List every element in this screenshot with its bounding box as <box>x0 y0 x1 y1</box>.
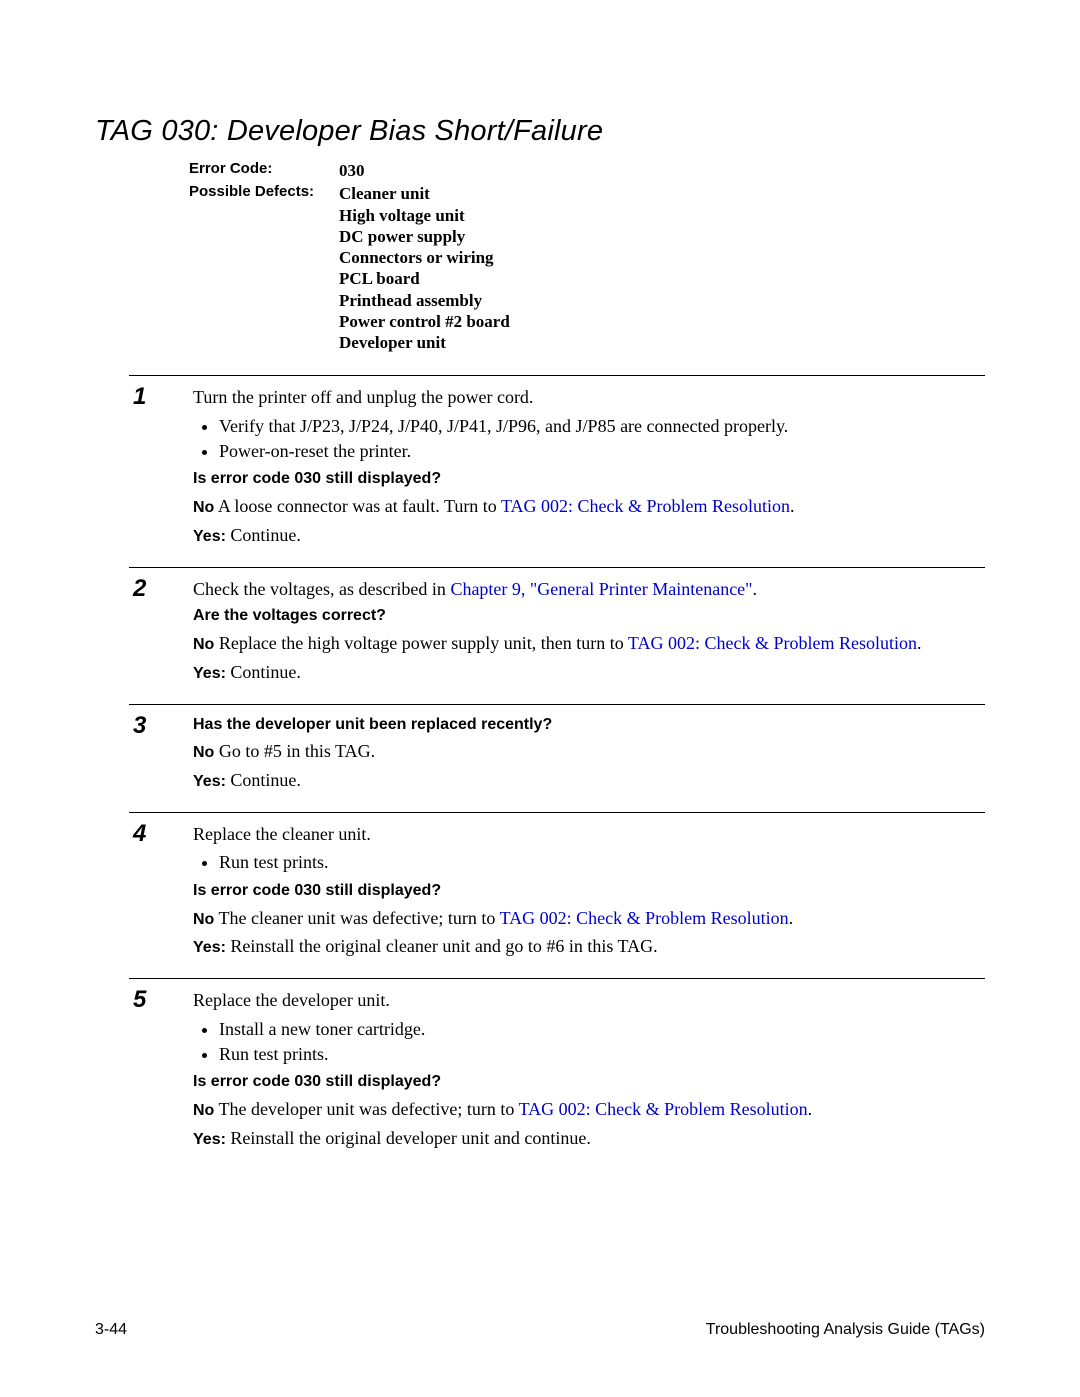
bullet-item: Verify that J/P23, J/P24, J/P40, J/P41, … <box>219 415 985 438</box>
step-number: 4 <box>129 821 193 964</box>
defect-item: DC power supply <box>339 226 510 247</box>
defects-label: Possible Defects: <box>189 183 339 353</box>
step-5: 5 Replace the developer unit. Install a … <box>129 978 985 1170</box>
yes-label: Yes: <box>193 939 226 956</box>
step-1: 1 Turn the printer off and unplug the po… <box>129 375 985 567</box>
yes-text: Continue. <box>226 770 301 790</box>
yes-text: Reinstall the original cleaner unit and … <box>226 936 658 956</box>
yes-label: Yes: <box>193 528 226 545</box>
step-question: Has the developer unit been replaced rec… <box>193 715 985 736</box>
answer-no: No The cleaner unit was defective; turn … <box>193 907 985 931</box>
error-code-label: Error Code: <box>189 160 339 181</box>
step-intro: Turn the printer off and unplug the powe… <box>193 386 985 409</box>
defect-item: PCL board <box>339 268 510 289</box>
step-question: Is error code 030 still displayed? <box>193 881 985 902</box>
no-text-pre: A loose connector was at fault. Turn to <box>218 496 501 516</box>
defect-item: Connectors or wiring <box>339 247 510 268</box>
step-bullets: Run test prints. <box>193 851 985 874</box>
no-text-post: . <box>789 908 794 928</box>
no-text-post: . <box>790 496 795 516</box>
intro-pre: Check the voltages, as described in <box>193 579 450 599</box>
error-code-value: 030 <box>339 160 365 181</box>
defect-item: High voltage unit <box>339 205 510 226</box>
step-body: Turn the printer off and unplug the powe… <box>193 384 985 553</box>
defect-item: Power control #2 board <box>339 311 510 332</box>
no-label: No <box>193 499 214 516</box>
chapter-9-link[interactable]: Chapter 9, "General Printer Maintenance" <box>450 579 752 599</box>
step-4: 4 Replace the cleaner unit. Run test pri… <box>129 812 985 978</box>
answer-yes: Yes: Continue. <box>193 769 985 793</box>
no-text-post: . <box>917 633 922 653</box>
step-number: 5 <box>129 987 193 1156</box>
defects-list: Cleaner unit High voltage unit DC power … <box>339 183 510 353</box>
step-body: Has the developer unit been replaced rec… <box>193 713 985 798</box>
no-text-pre: The cleaner unit was defective; turn to <box>219 908 500 928</box>
step-bullets: Install a new toner cartridge. Run test … <box>193 1018 985 1067</box>
intro-post: . <box>753 579 758 599</box>
step-number: 2 <box>129 576 193 690</box>
page: TAG 030: Developer Bias Short/Failure Er… <box>0 0 1080 1397</box>
yes-label: Yes: <box>193 665 226 682</box>
footer-doc-title: Troubleshooting Analysis Guide (TAGs) <box>706 1321 985 1339</box>
step-2: 2 Check the voltages, as described in Ch… <box>129 567 985 704</box>
tag-002-link[interactable]: TAG 002: Check & Problem Resolution <box>501 496 790 516</box>
bullet-item: Power-on-reset the printer. <box>219 440 985 463</box>
yes-label: Yes: <box>193 773 226 790</box>
step-question: Are the voltages correct? <box>193 606 985 627</box>
step-number: 3 <box>129 713 193 798</box>
answer-yes: Yes: Reinstall the original developer un… <box>193 1127 985 1151</box>
no-label: No <box>193 744 214 761</box>
defect-item: Developer unit <box>339 332 510 353</box>
no-label: No <box>193 911 214 928</box>
bullet-item: Run test prints. <box>219 1043 985 1066</box>
no-text-pre: The developer unit was defective; turn t… <box>219 1099 519 1119</box>
page-footer: 3-44 Troubleshooting Analysis Guide (TAG… <box>95 1321 985 1339</box>
step-number: 1 <box>129 384 193 553</box>
no-text-post: . <box>808 1099 813 1119</box>
step-intro: Replace the developer unit. <box>193 989 985 1012</box>
answer-yes: Yes: Continue. <box>193 524 985 548</box>
answer-yes: Yes: Reinstall the original cleaner unit… <box>193 935 985 959</box>
step-bullets: Verify that J/P23, J/P24, J/P40, J/P41, … <box>193 415 985 464</box>
defects-row: Possible Defects: Cleaner unit High volt… <box>189 183 985 353</box>
tag-002-link[interactable]: TAG 002: Check & Problem Resolution <box>628 633 917 653</box>
bullet-item: Run test prints. <box>219 851 985 874</box>
page-title: TAG 030: Developer Bias Short/Failure <box>95 115 985 148</box>
step-intro: Check the voltages, as described in Chap… <box>193 578 985 601</box>
step-3: 3 Has the developer unit been replaced r… <box>129 704 985 812</box>
step-body: Check the voltages, as described in Chap… <box>193 576 985 690</box>
answer-no: No Go to #5 in this TAG. <box>193 740 985 764</box>
yes-text: Reinstall the original developer unit an… <box>226 1128 591 1148</box>
meta-block: Error Code: 030 Possible Defects: Cleane… <box>189 160 985 353</box>
tag-002-link[interactable]: TAG 002: Check & Problem Resolution <box>500 908 789 928</box>
step-body: Replace the developer unit. Install a ne… <box>193 987 985 1156</box>
yes-text: Continue. <box>226 525 301 545</box>
answer-no: No A loose connector was at fault. Turn … <box>193 495 985 519</box>
tag-002-link[interactable]: TAG 002: Check & Problem Resolution <box>519 1099 808 1119</box>
answer-yes: Yes: Continue. <box>193 661 985 685</box>
no-text-pre: Replace the high voltage power supply un… <box>219 633 628 653</box>
bullet-item: Install a new toner cartridge. <box>219 1018 985 1041</box>
yes-label: Yes: <box>193 1131 226 1148</box>
steps: 1 Turn the printer off and unplug the po… <box>129 375 985 1169</box>
no-text: Go to #5 in this TAG. <box>219 741 375 761</box>
step-intro: Replace the cleaner unit. <box>193 823 985 846</box>
defect-item: Cleaner unit <box>339 183 510 204</box>
footer-page-num: 3-44 <box>95 1321 127 1339</box>
no-label: No <box>193 636 214 653</box>
yes-text: Continue. <box>226 662 301 682</box>
step-question: Is error code 030 still displayed? <box>193 469 985 490</box>
answer-no: No The developer unit was defective; tur… <box>193 1098 985 1122</box>
defect-item: Printhead assembly <box>339 290 510 311</box>
answer-no: No Replace the high voltage power supply… <box>193 632 985 656</box>
step-question: Is error code 030 still displayed? <box>193 1072 985 1093</box>
step-body: Replace the cleaner unit. Run test print… <box>193 821 985 964</box>
no-label: No <box>193 1102 214 1119</box>
error-code-row: Error Code: 030 <box>189 160 985 181</box>
